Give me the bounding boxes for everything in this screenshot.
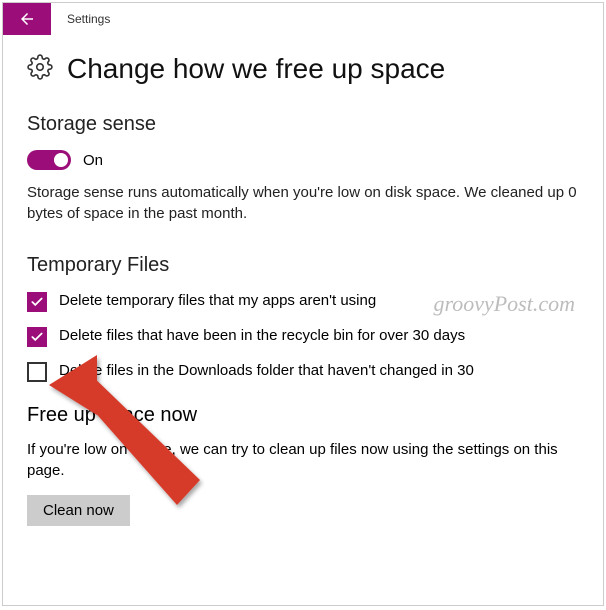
page-header: Change how we free up space bbox=[27, 53, 579, 85]
checkbox-label: Delete files in the Downloads folder tha… bbox=[59, 361, 474, 381]
checkbox-row-recycle-bin: Delete files that have been in the recyc… bbox=[27, 326, 579, 347]
storage-sense-heading: Storage sense bbox=[27, 113, 579, 136]
checkbox-label: Delete files that have been in the recyc… bbox=[59, 326, 465, 346]
toggle-state-label: On bbox=[83, 152, 103, 169]
temporary-files-heading: Temporary Files bbox=[27, 254, 579, 277]
checkbox-delete-downloads[interactable] bbox=[27, 362, 47, 382]
arrow-left-icon bbox=[18, 10, 36, 28]
checkbox-delete-recycle-bin[interactable] bbox=[27, 327, 47, 347]
storage-sense-description: Storage sense runs automatically when yo… bbox=[27, 182, 579, 224]
free-up-space-description: If you're low on space, we can try to cl… bbox=[27, 439, 579, 481]
checkbox-delete-temp-files[interactable] bbox=[27, 292, 47, 312]
checkbox-label: Delete temporary files that my apps aren… bbox=[59, 291, 376, 311]
free-up-space-heading: Free up space now bbox=[27, 404, 579, 427]
clean-now-button[interactable]: Clean now bbox=[27, 495, 130, 526]
titlebar: Settings bbox=[3, 3, 603, 35]
gear-icon bbox=[27, 54, 53, 85]
app-title: Settings bbox=[67, 12, 110, 26]
back-button[interactable] bbox=[3, 3, 51, 35]
checkbox-row-downloads: Delete files in the Downloads folder tha… bbox=[27, 361, 579, 382]
checkbox-row-temp-files: Delete temporary files that my apps aren… bbox=[27, 291, 579, 312]
page-title: Change how we free up space bbox=[67, 53, 445, 85]
storage-sense-toggle[interactable] bbox=[27, 150, 71, 170]
